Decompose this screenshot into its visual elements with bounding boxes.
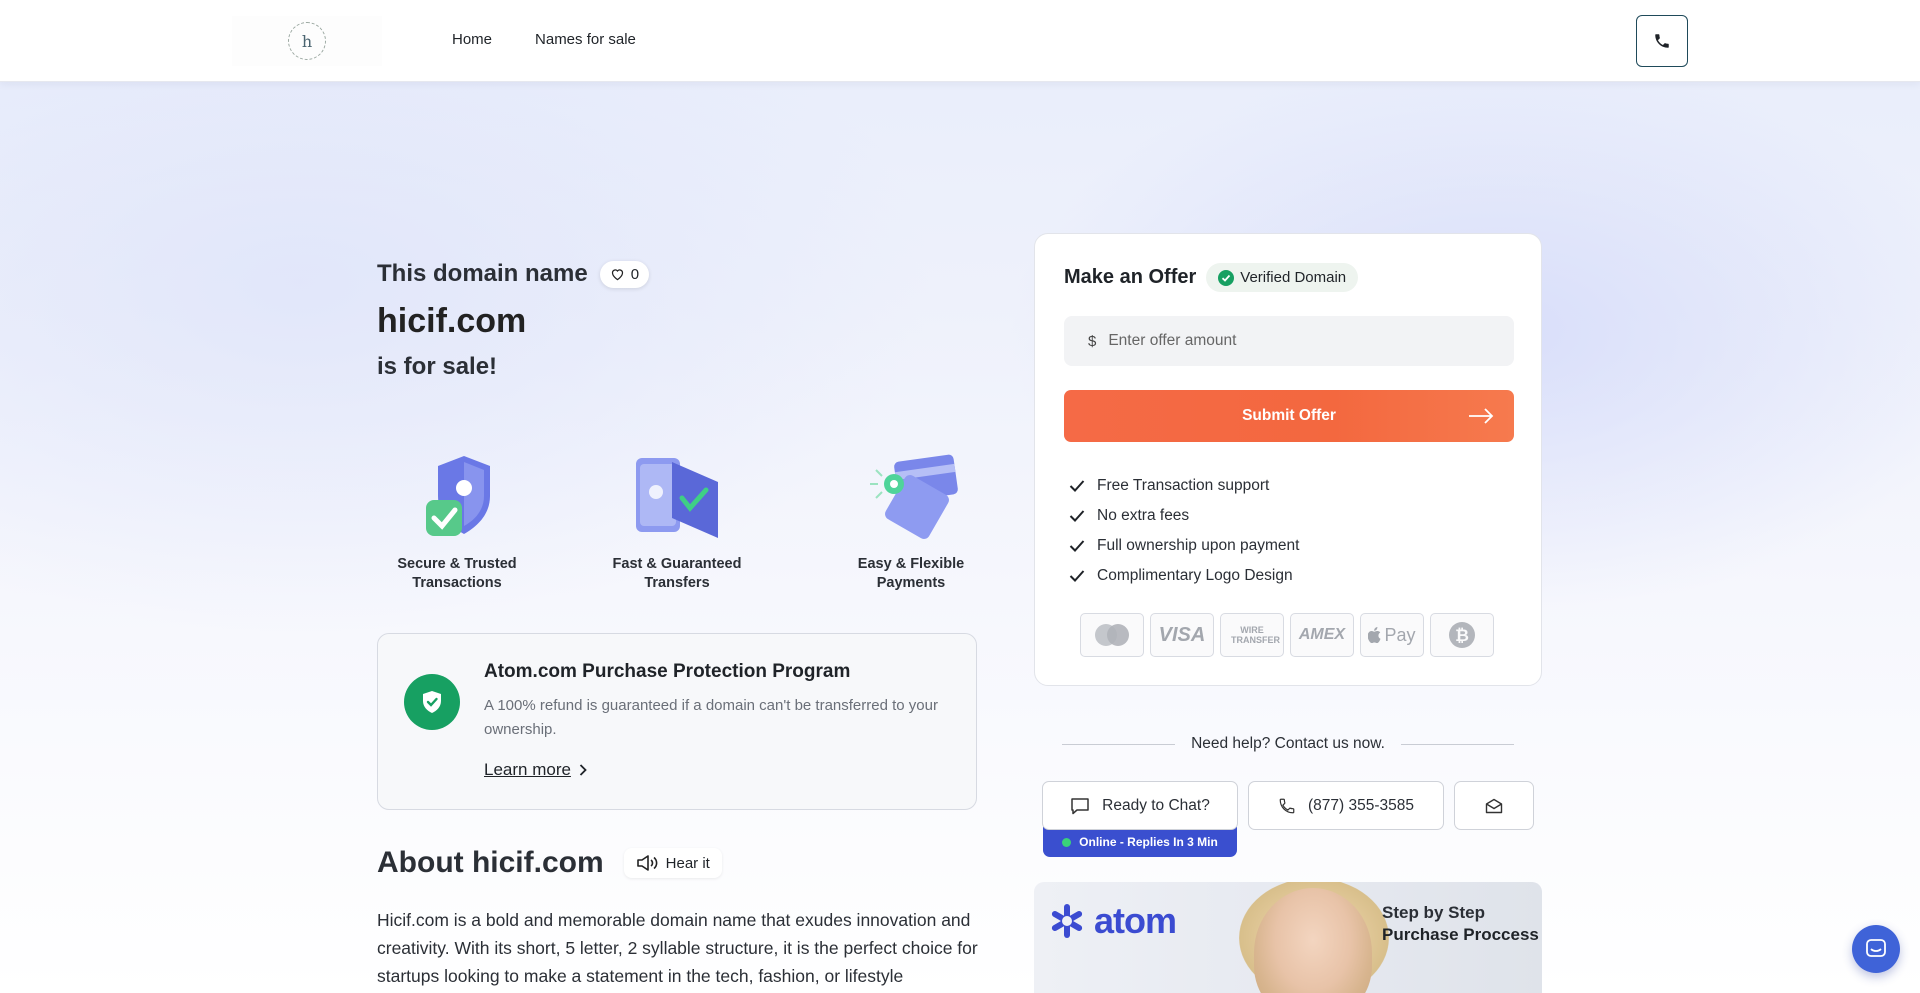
about-section: About hicif.com Hear it Hicif.com is a b… — [377, 846, 997, 990]
atom-star-icon — [1051, 904, 1083, 938]
visa-icon: VISA — [1150, 613, 1214, 657]
main-nav: Home Names for sale — [452, 31, 636, 48]
envelope-icon — [1485, 798, 1503, 813]
online-status-label: Online - Replies In 3 Min — [1079, 835, 1218, 849]
phone-icon — [1279, 798, 1295, 813]
domain-name: hicif.com — [377, 302, 527, 340]
offer-card: Make an Offer Verified Domain $ Submit O… — [1034, 233, 1542, 686]
nav-names-for-sale[interactable]: Names for sale — [535, 31, 636, 48]
hero-section: This domain name 0 hicif.com is for sale… — [377, 260, 977, 381]
check-icon — [1069, 570, 1085, 582]
like-button[interactable]: 0 — [599, 260, 650, 288]
purchase-protection-card: Atom.com Purchase Protection Program A 1… — [377, 633, 977, 810]
feature-transfers-label: Fast & Guaranteed Transfers — [612, 556, 742, 591]
help-divider: Need help? Contact us now. — [1062, 735, 1515, 753]
protection-title: Atom.com Purchase Protection Program — [484, 661, 851, 682]
currency-symbol: $ — [1088, 332, 1097, 350]
payment-cards-icon — [870, 454, 958, 539]
phone-icon — [1655, 34, 1669, 48]
chevron-right-icon — [579, 764, 587, 776]
email-button[interactable] — [1454, 781, 1534, 830]
apple-pay-label: Pay — [1384, 624, 1416, 645]
hear-it-label: Hear it — [665, 854, 710, 872]
phone-number: (877) 355-3585 — [1308, 796, 1414, 814]
help-text: Need help? Contact us now. — [1191, 735, 1385, 752]
feature-secure: Secure & Trusted Transactions — [377, 452, 537, 593]
offer-heading: Make an Offer — [1064, 266, 1197, 288]
transfer-icon — [636, 458, 718, 538]
hero-title: This domain name — [377, 260, 588, 287]
benefit-item: No extra fees — [1069, 501, 1299, 531]
chat-button[interactable]: Ready to Chat? — [1042, 781, 1238, 830]
heart-icon — [611, 269, 623, 281]
check-icon — [1069, 480, 1085, 492]
feature-payments-label: Easy & Flexible Payments — [857, 556, 965, 591]
shield-check-icon — [426, 456, 490, 536]
support-chat-launcher[interactable] — [1852, 925, 1900, 973]
banner-caption: Step by Step Purchase Proccess — [1382, 902, 1539, 946]
feature-transfers: Fast & Guaranteed Transfers — [597, 452, 757, 593]
like-count: 0 — [630, 265, 640, 283]
banner-line-2: Purchase Proccess — [1382, 925, 1539, 944]
top-header: h Home Names for sale — [0, 0, 1920, 82]
feature-secure-label: Secure & Trusted Transactions — [397, 556, 517, 591]
benefit-item: Full ownership upon payment — [1069, 531, 1299, 561]
mastercard-icon — [1080, 613, 1144, 657]
payment-methods: VISA WIRE TRANSFER AMEX Pay ₿ — [1080, 613, 1494, 657]
check-icon — [1069, 510, 1085, 522]
about-heading: About hicif.com — [377, 846, 604, 879]
purchase-process-banner[interactable]: atom Step by Step Purchase Proccess — [1034, 882, 1542, 993]
amex-label: AMEX — [1298, 626, 1346, 643]
benefit-item: Complimentary Logo Design — [1069, 561, 1299, 591]
logo-mark: h — [288, 22, 326, 60]
verified-label: Verified Domain — [1240, 269, 1347, 286]
online-dot — [1062, 837, 1072, 847]
arrow-right-icon — [1469, 408, 1494, 424]
protection-text: A 100% refund is guaranteed if a domain … — [484, 697, 938, 738]
logo-letter: h — [301, 31, 313, 51]
learn-more-link[interactable]: Learn more — [484, 760, 587, 780]
offer-amount-field: $ — [1064, 316, 1514, 366]
header-phone-button[interactable] — [1636, 15, 1688, 67]
svg-text:₿: ₿ — [1455, 626, 1469, 646]
for-sale-text: is for sale! — [377, 353, 498, 380]
benefit-label: Free Transaction support — [1097, 477, 1270, 494]
atom-logo: atom — [1048, 900, 1177, 942]
apple-pay-icon: Pay — [1360, 613, 1424, 657]
wire-transfer-label: WIRE TRANSFER — [1231, 625, 1280, 645]
speaker-icon — [636, 855, 658, 871]
submit-offer-label: Submit Offer — [1242, 407, 1336, 424]
hear-it-button[interactable]: Hear it — [623, 848, 722, 878]
benefit-label: Full ownership upon payment — [1097, 537, 1300, 554]
chat-launcher-icon — [1866, 939, 1886, 957]
visa-label: VISA — [1158, 623, 1206, 646]
submit-offer-button[interactable]: Submit Offer — [1064, 390, 1514, 442]
banner-line-1: Step by Step — [1382, 903, 1485, 922]
offer-amount-input[interactable] — [1108, 332, 1489, 350]
offer-benefits-list: Free Transaction support No extra fees F… — [1069, 471, 1299, 591]
wire-transfer-icon: WIRE TRANSFER — [1220, 613, 1284, 657]
benefit-label: Complimentary Logo Design — [1097, 567, 1293, 584]
protection-shield-icon — [404, 674, 460, 730]
chat-bubble-icon — [1071, 797, 1089, 814]
check-icon — [1069, 540, 1085, 552]
nav-home[interactable]: Home — [452, 31, 492, 48]
online-status-bar: Online - Replies In 3 Min — [1043, 827, 1237, 857]
phone-contact-button[interactable]: (877) 355-3585 — [1248, 781, 1444, 830]
features-row: Secure & Trusted Transactions Fast & Gua… — [377, 452, 977, 602]
site-logo[interactable]: h — [232, 16, 382, 66]
about-text: Hicif.com is a bold and memorable domain… — [377, 910, 978, 986]
chat-label: Ready to Chat? — [1102, 796, 1210, 814]
bitcoin-icon: ₿ — [1430, 613, 1494, 657]
benefit-item: Free Transaction support — [1069, 471, 1299, 501]
verified-domain-badge: Verified Domain — [1206, 263, 1359, 292]
divider-line — [1400, 743, 1515, 745]
learn-more-label: Learn more — [484, 760, 571, 779]
benefit-label: No extra fees — [1097, 507, 1190, 524]
atom-brand-text: atom — [1094, 900, 1177, 941]
divider-line — [1062, 743, 1176, 745]
verified-check-icon — [1218, 269, 1235, 286]
feature-payments: Easy & Flexible Payments — [831, 452, 991, 593]
amex-icon: AMEX — [1290, 613, 1354, 657]
